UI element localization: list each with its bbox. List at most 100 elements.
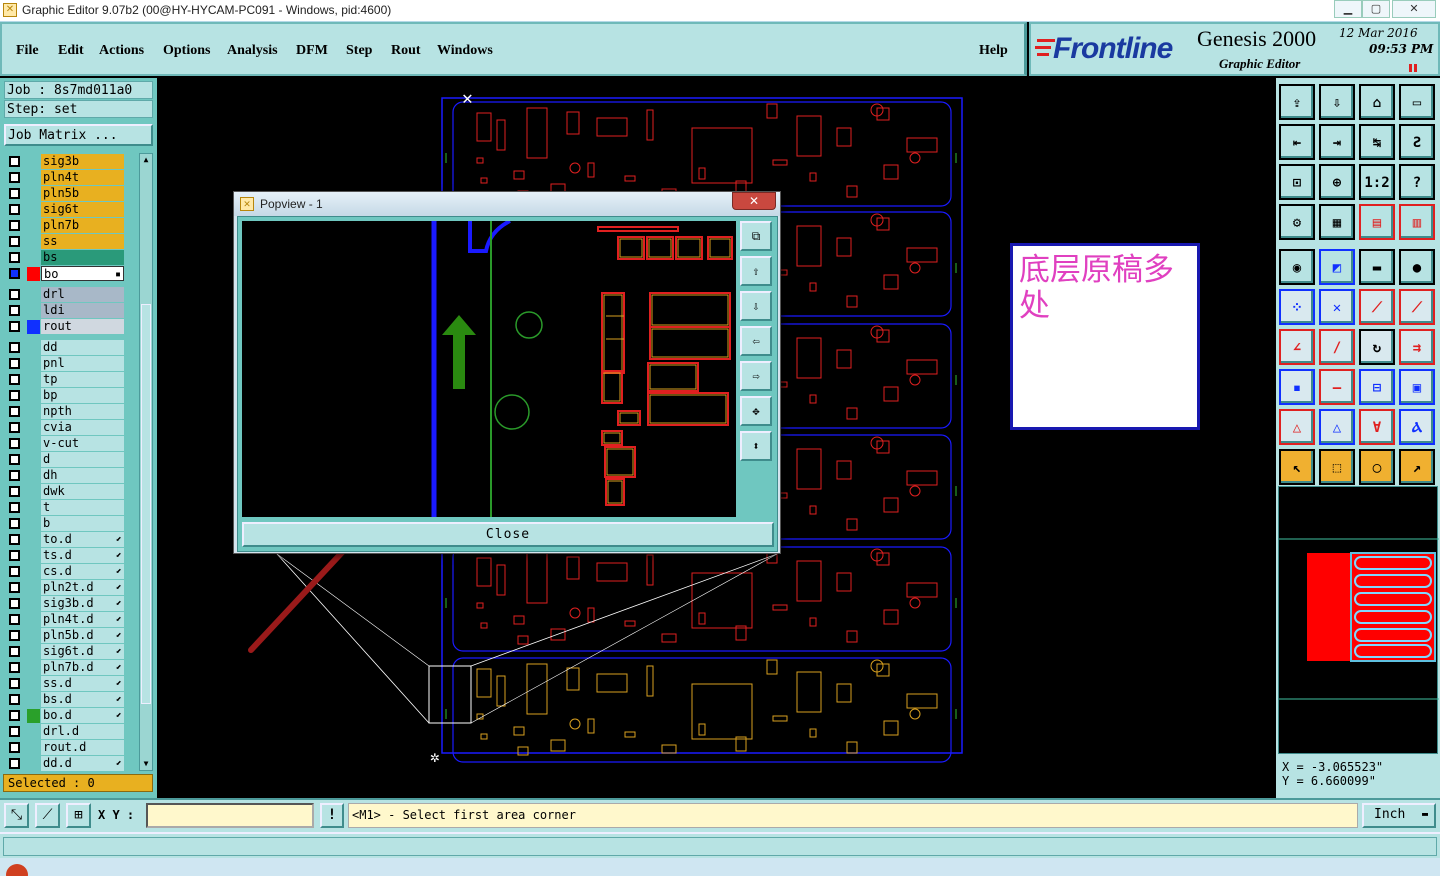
layer-checkbox[interactable] (9, 726, 20, 737)
rotate-icon[interactable]: ↻ (1359, 329, 1395, 365)
layer-checkbox[interactable] (9, 422, 20, 433)
layer-row[interactable]: sig6t.d ⬋ (6, 644, 124, 660)
layer-row[interactable]: drl (6, 287, 124, 303)
angle-icon[interactable]: ∠ (1279, 329, 1315, 365)
dimension-icon[interactable]: ⊟ (1359, 369, 1395, 405)
layer-checkbox[interactable] (9, 710, 20, 721)
menu-file[interactable]: File (16, 43, 39, 59)
layer-checkbox[interactable] (9, 188, 20, 199)
layer-checkbox[interactable] (9, 630, 20, 641)
split-icon[interactable]: ⇉ (1399, 329, 1435, 365)
layer-row[interactable]: pln7b.d ⬋ (6, 660, 124, 676)
layer-checkbox[interactable] (9, 518, 20, 529)
layer-row[interactable]: pln4t.d ⬋ (6, 612, 124, 628)
minimize-button[interactable]: ▁ (1334, 0, 1362, 18)
menu-rout[interactable]: Rout (391, 43, 421, 59)
triangle-b-icon[interactable]: Ⲁ (1399, 409, 1435, 445)
layer-name[interactable]: cs.d ⬋ (41, 564, 124, 579)
layer-checkbox[interactable] (9, 470, 20, 481)
layer-row[interactable]: cvia (6, 420, 124, 436)
layer-checkbox[interactable] (9, 550, 20, 561)
close-window-button[interactable]: ✕ (1392, 0, 1436, 18)
layer-checkbox[interactable] (9, 289, 20, 300)
layer-name[interactable]: v-cut (41, 436, 124, 451)
maximize-button[interactable]: ▢ (1362, 0, 1390, 18)
menu-windows[interactable]: Windows (437, 43, 493, 59)
layer-row[interactable]: cs.d ⬋ (6, 564, 124, 580)
layer-checkbox[interactable] (9, 694, 20, 705)
layer-name[interactable]: bp (41, 388, 124, 403)
pointer-circle-icon[interactable]: ◯ (1359, 449, 1395, 485)
circle-icon[interactable]: ● (1399, 249, 1435, 285)
layer-row[interactable]: bo ▪ (6, 266, 124, 282)
menu-step[interactable]: Step (346, 43, 372, 59)
layer-row[interactable]: sig6t (6, 202, 124, 218)
save-icon[interactable]: ⇩ (1319, 84, 1355, 120)
layer-checkbox[interactable] (9, 172, 20, 183)
layer-name[interactable]: pln5b (41, 186, 124, 201)
layer-name[interactable]: cvia (41, 420, 124, 435)
window-icon[interactable]: ▭ (1399, 84, 1435, 120)
popview-zoom-in-icon[interactable]: ⧉ (740, 221, 772, 251)
layer-name[interactable]: bs (41, 250, 124, 265)
layer-name[interactable]: dh (41, 468, 124, 483)
triangle-up-icon[interactable]: △ (1319, 409, 1355, 445)
xy-input[interactable] (146, 803, 314, 828)
job-matrix-button[interactable]: Job Matrix ... (4, 124, 153, 146)
layer-checkbox[interactable] (9, 534, 20, 545)
measure-icon[interactable]: ⚙ (1279, 204, 1315, 240)
layer-checkbox[interactable] (9, 305, 20, 316)
layer-name[interactable]: pln4t (41, 170, 124, 185)
measure-line-icon[interactable]: ⟋ (35, 803, 60, 828)
layer-name[interactable]: dwk (41, 484, 124, 499)
layer-row[interactable]: rout.d (6, 740, 124, 756)
pointer-box-icon[interactable]: ⬚ (1319, 449, 1355, 485)
layer-checkbox[interactable] (9, 582, 20, 593)
layer-checkbox[interactable] (9, 438, 20, 449)
popview-zoom-fit-icon[interactable]: ✥ (740, 396, 772, 426)
overview-map[interactable] (1278, 486, 1439, 754)
layer-row[interactable]: ldi (6, 303, 124, 319)
layer-checkbox[interactable] (9, 358, 20, 369)
menu-actions[interactable]: Actions (99, 43, 144, 59)
layer-name[interactable]: pln7b (41, 218, 124, 233)
popview-close-button[interactable]: Close (242, 522, 774, 547)
layer-row[interactable]: ss.d ⬋ (6, 676, 124, 692)
layer-name[interactable]: dd.d ⬋ (41, 756, 124, 771)
layer-row[interactable]: bo.d ⬋ (6, 708, 124, 724)
pointer-icon[interactable]: ↖ (1279, 449, 1315, 485)
layer-name[interactable]: pln5b.d ⬋ (41, 628, 124, 643)
layer-row[interactable]: bs (6, 250, 124, 266)
layer-name[interactable]: t (41, 500, 124, 515)
pan-right-icon[interactable]: ⇥ (1319, 124, 1355, 160)
menu-dfm[interactable]: DFM (296, 43, 328, 59)
layer-name[interactable]: sig6t.d ⬋ (41, 644, 124, 659)
popview-zoom-center-icon[interactable]: ⬍ (740, 431, 772, 461)
layer-name[interactable]: pln7b.d ⬋ (41, 660, 124, 675)
start-orb-icon[interactable] (6, 864, 28, 876)
layer-row[interactable]: t (6, 500, 124, 516)
scroll-down-icon[interactable]: ▼ (141, 759, 151, 769)
scroll-thumb[interactable] (141, 304, 151, 704)
layer-name[interactable]: b (41, 516, 124, 531)
layer-row[interactable]: dwk (6, 484, 124, 500)
layer-name[interactable]: d (41, 452, 124, 467)
layer-name[interactable]: to.d ⬋ (41, 532, 124, 547)
layer-row[interactable]: pln5b (6, 186, 124, 202)
alert-icon[interactable]: ! (320, 803, 344, 828)
layer-row[interactable]: drl.d (6, 724, 124, 740)
units-selector[interactable]: Inch ▬ (1362, 803, 1436, 828)
home-icon[interactable]: ⌂ (1359, 84, 1395, 120)
layer-checkbox[interactable] (9, 486, 20, 497)
layer-row[interactable]: pln4t (6, 170, 124, 186)
pointer-route-icon[interactable]: ↗ (1399, 449, 1435, 485)
popview-pan-right-icon[interactable]: ⇨ (740, 361, 772, 391)
menu-help[interactable]: Help (979, 43, 1008, 59)
layer-scrollbar[interactable]: ▲ ▼ (139, 153, 153, 771)
layer-row[interactable]: ts.d ⬋ (6, 548, 124, 564)
layer-checkbox[interactable] (9, 390, 20, 401)
layer-name[interactable]: ldi (41, 303, 124, 318)
layer-row[interactable]: dd.d ⬋ (6, 756, 124, 772)
layer-name[interactable]: dd (41, 340, 124, 355)
layer-row[interactable]: v-cut (6, 436, 124, 452)
